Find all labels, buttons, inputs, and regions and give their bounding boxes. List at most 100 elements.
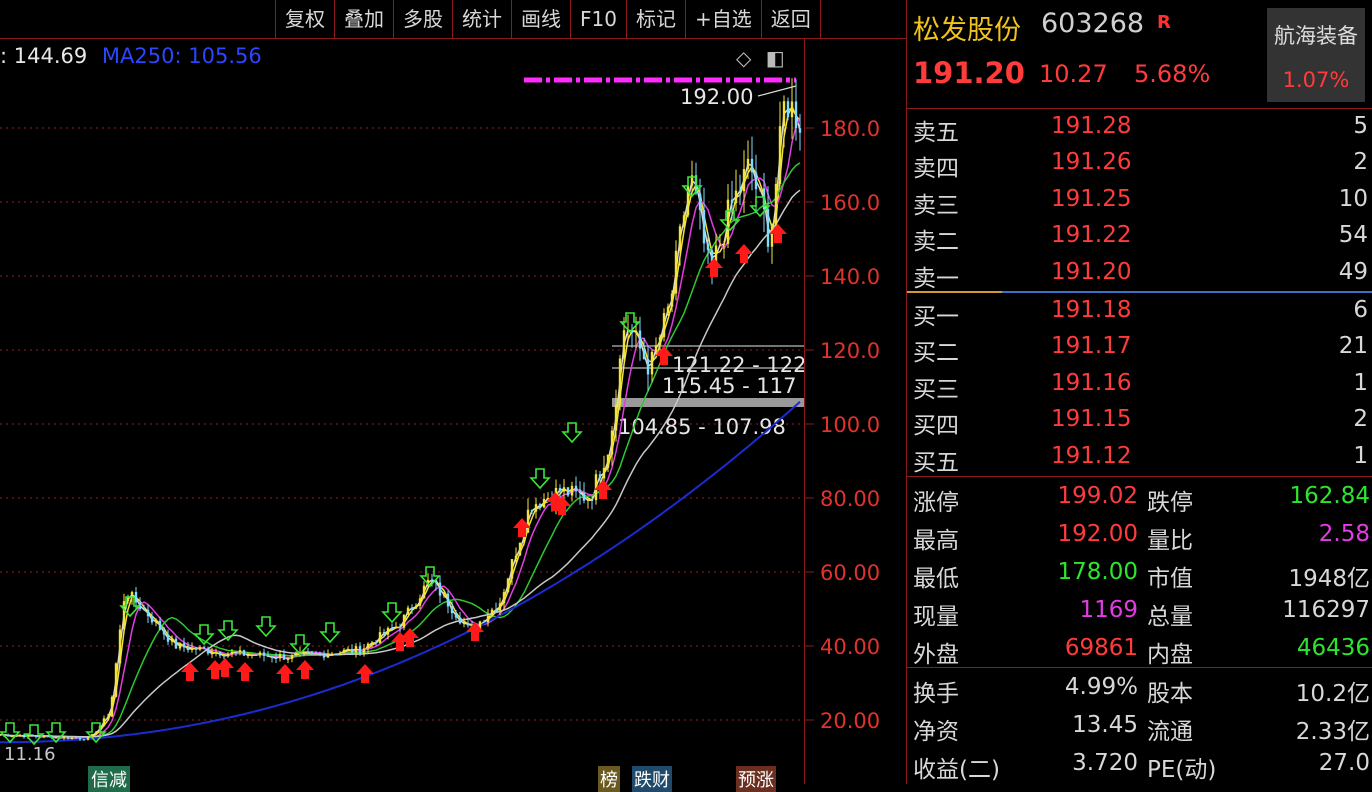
panel-toggle-icon[interactable]: ◧: [766, 46, 785, 70]
stat-value: 178.00: [1057, 559, 1138, 585]
stat-value: 69861: [1064, 635, 1138, 661]
bid-volume: 6: [1353, 297, 1368, 323]
stat-key: 市值: [1147, 566, 1193, 592]
stat-row: 收益(二) 3.720 PE(动) 27.0: [907, 746, 1372, 784]
stat-key: 现量: [913, 604, 959, 630]
stat-row: 现量 1169 总量 116297: [907, 593, 1372, 631]
price-axis-frame: [804, 38, 906, 784]
bid-row[interactable]: 买五 191.12 1: [907, 439, 1372, 476]
stat-key: 涨停: [913, 490, 959, 516]
event-tag-4[interactable]: 预涨: [736, 766, 776, 792]
ask-volume: 49: [1338, 258, 1368, 285]
ask-label: 卖五: [913, 120, 959, 146]
stat-row: 外盘 69861 内盘 46436: [907, 631, 1372, 669]
bid-volume: 1: [1353, 442, 1368, 469]
event-tag-3[interactable]: 跌财: [632, 766, 672, 792]
bid-label: 买一: [913, 304, 959, 330]
ma250-legend: MA250: 105.56: [101, 44, 262, 68]
stat-key: PE(动): [1147, 757, 1217, 783]
event-tag-1[interactable]: 信减: [88, 766, 130, 792]
sector-box[interactable]: 航海装备 1.07%: [1267, 8, 1365, 102]
event-tag-2[interactable]: 榜: [598, 766, 620, 792]
price-change: 10.27: [1039, 60, 1108, 88]
quote-header: 松发股份 603268 R 191.20 10.27 5.68% 航海装备 1.…: [907, 0, 1372, 109]
ask-row[interactable]: 卖五 191.28 5: [907, 109, 1372, 146]
stat-row: 最低 178.00 市值 1948亿: [907, 555, 1372, 593]
stat-key: 收益(二): [913, 757, 1000, 783]
chart-icons: ◇ ◧: [736, 46, 793, 70]
ask-label: 卖一: [913, 265, 959, 292]
ask-label: 卖四: [913, 156, 959, 183]
stat-key: 跌停: [1147, 490, 1193, 516]
bid-levels: 买一 191.18 6 买二 191.17 21 买三 191.16 1 买四 191.15 2…: [907, 293, 1372, 476]
stat-value: 46436: [1296, 635, 1370, 661]
bid-label: 买四: [913, 413, 959, 440]
stat-key: 外盘: [913, 642, 959, 668]
stat-value: 3.720: [1072, 750, 1138, 776]
stat-value: 13.45: [1072, 712, 1138, 738]
bid-label: 买三: [913, 376, 959, 403]
ask-row[interactable]: 卖三 191.25 10: [907, 182, 1372, 219]
bid-volume: 1: [1353, 369, 1368, 396]
ask-price: 191.20: [1051, 258, 1132, 285]
stat-value: 27.0: [1318, 750, 1370, 776]
stat-value: 192.00: [1057, 521, 1138, 547]
margin-badge: R: [1157, 12, 1171, 33]
ask-price: 191.28: [1051, 113, 1132, 139]
ask-label: 卖二: [913, 229, 959, 256]
stat-key: 流通: [1147, 719, 1193, 745]
ask-price: 191.25: [1051, 185, 1132, 212]
bid-row[interactable]: 买一 191.18 6: [907, 293, 1372, 330]
stat-key: 换手: [913, 681, 959, 707]
stat-row: 净资 13.45 流通 2.33亿: [907, 708, 1372, 746]
stat-key: 净资: [913, 719, 959, 745]
ask-volume: 2: [1353, 149, 1368, 176]
volume-label: 11.16: [4, 744, 56, 765]
stat-row: 涨停 199.02 跌停 162.84: [907, 479, 1372, 517]
stat-key: 总量: [1147, 604, 1193, 630]
stat-value: 2.58: [1318, 521, 1370, 547]
stat-key: 最低: [913, 566, 959, 592]
ask-row[interactable]: 卖二 191.22 54: [907, 218, 1372, 256]
ask-levels: 卖五 191.28 5 卖四 191.26 2 卖三 191.25 10 卖二 191.22 5…: [907, 109, 1372, 292]
ma-legend-value: : 144.69: [0, 44, 88, 68]
stat-key: 股本: [1147, 681, 1193, 707]
quote-panel: 松发股份 603268 R 191.20 10.27 5.68% 航海装备 1.…: [906, 0, 1372, 784]
stat-value: 2.33亿: [1295, 719, 1370, 745]
sector-name: 航海装备: [1274, 24, 1358, 48]
ask-volume: 10: [1338, 185, 1368, 212]
bid-row[interactable]: 买二 191.17 21: [907, 329, 1372, 367]
bid-label: 买五: [913, 449, 959, 476]
stat-value: 162.84: [1289, 483, 1370, 509]
stat-key: 最高: [913, 528, 959, 554]
chart-frame: [0, 38, 804, 784]
ask-row[interactable]: 卖一 191.20 49: [907, 255, 1372, 292]
bid-price: 191.15: [1051, 406, 1132, 433]
ma-legend: : 144.69 MA250: 105.56: [0, 44, 262, 68]
bid-row[interactable]: 买四 191.15 2: [907, 402, 1372, 440]
stat-value: 1169: [1079, 597, 1138, 623]
ask-price: 191.26: [1051, 149, 1132, 176]
diamond-icon[interactable]: ◇: [736, 46, 751, 70]
ask-price: 191.22: [1051, 222, 1132, 249]
ask-row[interactable]: 卖四 191.26 2: [907, 145, 1372, 183]
last-price: 191.20: [913, 56, 1025, 90]
stat-value: 116297: [1282, 597, 1370, 623]
sector-change-pct: 1.07%: [1282, 68, 1350, 92]
bid-label: 买二: [913, 340, 959, 367]
stat-value: 10.2亿: [1295, 681, 1370, 707]
ask-volume: 54: [1338, 222, 1368, 249]
stat-key: 内盘: [1147, 642, 1193, 668]
stat-value: 199.02: [1057, 483, 1138, 509]
fundamental-stats: 换手 4.99% 股本 10.2亿 净资 13.45 流通 2.33亿 收益(二) 3.720 PE…: [907, 668, 1372, 784]
ask-label: 卖三: [913, 192, 959, 219]
stat-row: 最高 192.00 量比 2.58: [907, 517, 1372, 555]
bid-row[interactable]: 买三 191.16 1: [907, 366, 1372, 403]
bid-price: 191.12: [1051, 442, 1132, 469]
stat-key: 量比: [1147, 528, 1193, 554]
bid-volume: 21: [1338, 333, 1368, 360]
ask-volume: 5: [1353, 113, 1368, 139]
bid-price: 191.18: [1051, 297, 1132, 323]
stock-name[interactable]: 松发股份: [913, 8, 1021, 47]
bid-price: 191.16: [1051, 369, 1132, 396]
